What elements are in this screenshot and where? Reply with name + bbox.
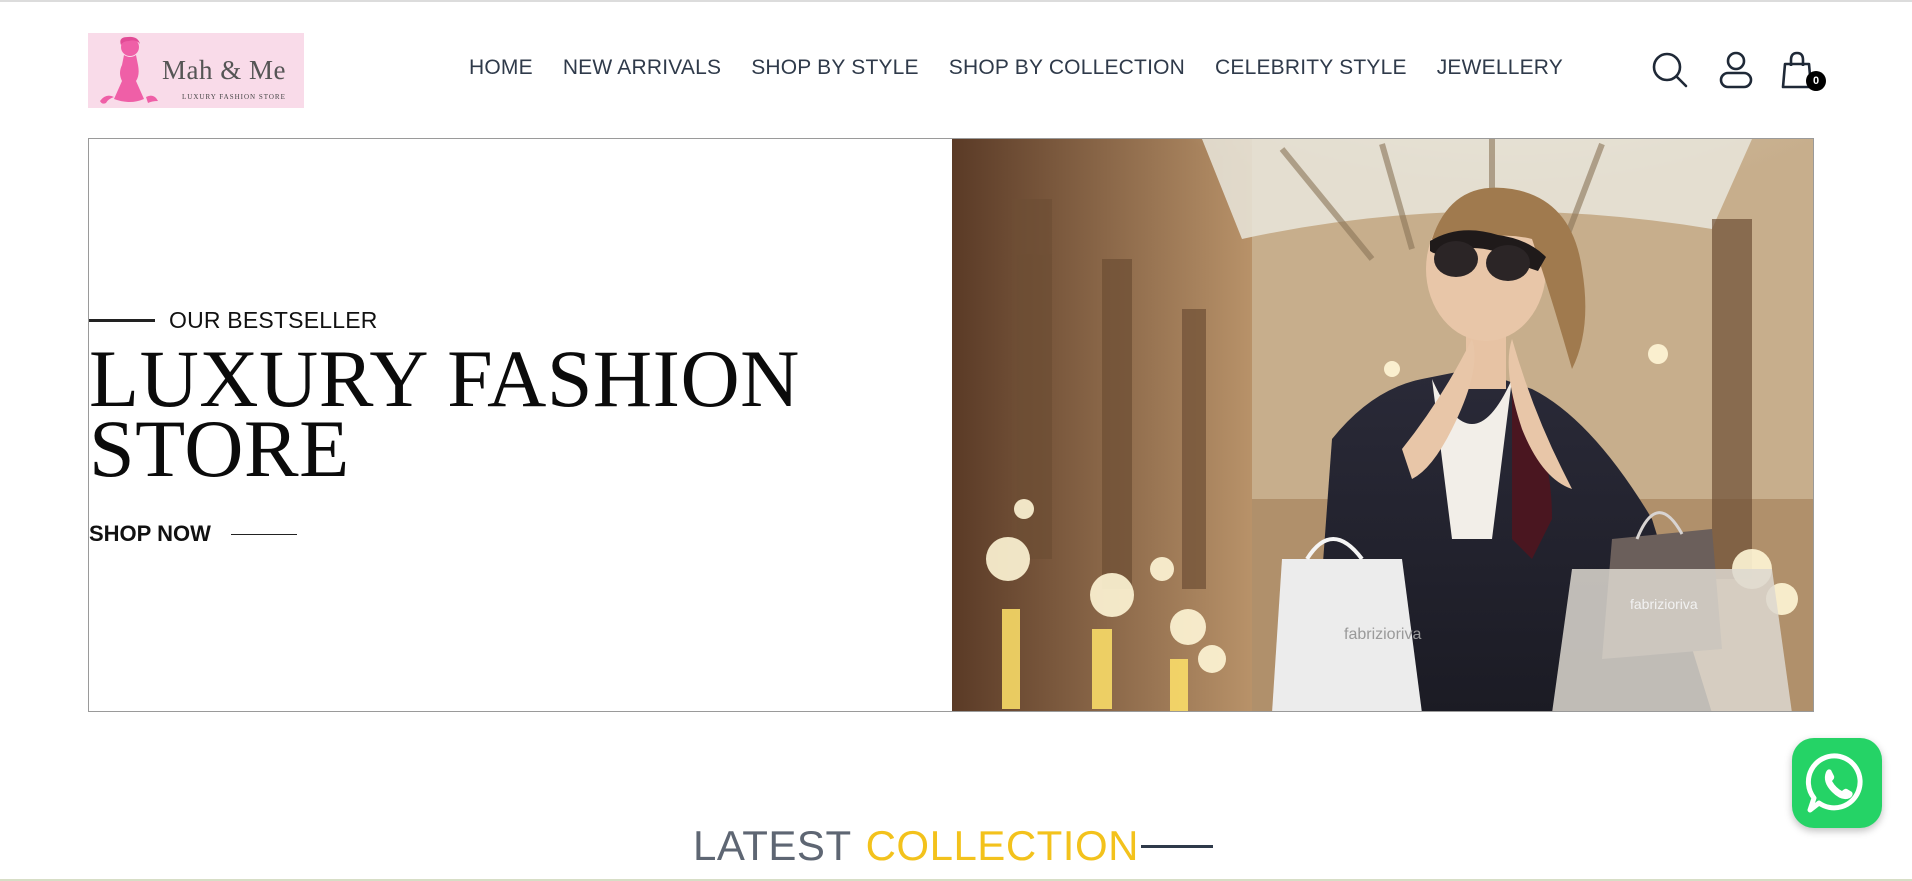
brand-logo[interactable]: Mah & Me LUXURY FASHION STORE [88,33,304,108]
hero-image: fabrizioriva fabrizioriva [952,139,1813,711]
cart-count-badge: 0 [1806,71,1826,91]
nav-item-shop-by-collection[interactable]: SHOP BY COLLECTION [949,56,1185,80]
hero-banner: OUR BESTSELLER LUXURY FASHION STORE SHOP… [88,138,1814,712]
nav-item-home[interactable]: HOME [469,56,533,80]
brand-tagline: LUXURY FASHION STORE [182,93,286,101]
eyebrow-rule [89,319,155,322]
main-nav: HOME NEW ARRIVALS SHOP BY STYLE SHOP BY … [469,56,1563,80]
shop-now-label: SHOP NOW [89,521,211,546]
heading-rule [1140,844,1213,848]
shop-now-rule [230,533,297,535]
whatsapp-icon[interactable] [1792,738,1882,828]
hero-eyebrow: OUR BESTSELLER [89,307,378,334]
bag-brand-text: fabrizioriva [1344,626,1421,643]
latest-collection-heading: LATEST COLLECTION [693,822,1213,870]
nav-item-jewellery[interactable]: JEWELLERY [1437,56,1563,80]
search-icon[interactable] [1650,50,1690,90]
hero-photo-illustration: fabrizioriva fabrizioriva [952,139,1813,711]
nav-item-shop-by-style[interactable]: SHOP BY STYLE [751,56,919,80]
user-icon[interactable] [1716,50,1756,90]
nav-item-celebrity-style[interactable]: CELEBRITY STYLE [1215,56,1407,80]
nav-item-new-arrivals[interactable]: NEW ARRIVALS [563,56,721,80]
brand-name: Mah & Me [162,55,286,85]
hero-title: LUXURY FASHION STORE [89,333,800,494]
top-divider [0,0,1912,2]
bag-brand-text-2: fabrizioriva [1630,596,1698,612]
heading-part-collection: COLLECTION [865,822,1139,869]
header-actions: 0 [1650,50,1826,91]
eyebrow-text: OUR BESTSELLER [169,307,378,333]
shopping-bag-icon[interactable]: 0 [1778,50,1826,91]
logo-figure-icon [100,36,158,104]
heading-part-latest: LATEST [693,822,852,869]
shop-now-link[interactable]: SHOP NOW [89,521,297,547]
